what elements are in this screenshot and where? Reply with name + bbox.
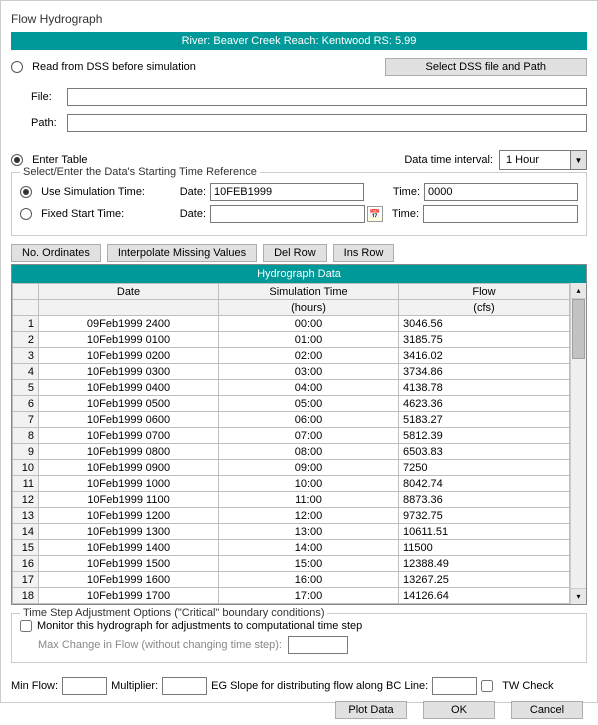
chevron-down-icon: ▼	[570, 151, 586, 169]
eg-slope-label: EG Slope for distributing flow along BC …	[211, 680, 428, 692]
del-row-button[interactable]: Del Row	[263, 244, 327, 262]
vertical-scrollbar[interactable]: ▴ ▾	[570, 283, 586, 604]
max-change-input	[288, 636, 348, 654]
table-row[interactable]: 10 10Feb1999 0900 09:00 7250	[13, 460, 570, 476]
eg-slope-input[interactable]	[432, 677, 477, 695]
table-row[interactable]: 17 10Feb1999 1600 16:00 13267.25	[13, 572, 570, 588]
table-row[interactable]: 1 09Feb1999 2400 00:00 3046.56	[13, 316, 570, 332]
radio-icon	[11, 61, 23, 73]
table-row[interactable]: 12 10Feb1999 1100 11:00 8873.36	[13, 492, 570, 508]
read-dss-radio[interactable]: Read from DSS before simulation	[11, 61, 196, 73]
table-row[interactable]: 6 10Feb1999 0500 05:00 4623.36	[13, 396, 570, 412]
ins-row-button[interactable]: Ins Row	[333, 244, 395, 262]
hydrograph-table[interactable]: Date Simulation Time Flow (hours) (cfs) …	[12, 283, 570, 604]
monitor-checkbox[interactable]: Monitor this hydrograph for adjustments …	[20, 620, 578, 632]
file-label: File:	[31, 91, 67, 103]
table-row[interactable]: 3 10Feb1999 0200 02:00 3416.02	[13, 348, 570, 364]
window-title: Flow Hydrograph	[1, 1, 597, 32]
fixed-start-time-radio[interactable]: Fixed Start Time:	[20, 208, 160, 220]
radio-icon	[20, 208, 32, 220]
location-banner: River: Beaver Creek Reach: Kentwood RS: …	[11, 32, 587, 50]
fixed-date-input[interactable]	[210, 205, 365, 223]
hydrograph-grid: Hydrograph Data Date Simulation Time Flo…	[11, 264, 587, 605]
fixed-time-input[interactable]	[423, 205, 578, 223]
select-dss-button[interactable]: Select DSS file and Path	[385, 58, 587, 76]
scroll-up-icon[interactable]: ▴	[571, 283, 586, 299]
table-row[interactable]: 2 10Feb1999 0100 01:00 3185.75	[13, 332, 570, 348]
scroll-down-icon[interactable]: ▾	[571, 588, 586, 604]
plot-data-button[interactable]: Plot Data	[335, 701, 407, 719]
table-row[interactable]: 18 10Feb1999 1700 17:00 14126.64	[13, 588, 570, 604]
radio-icon	[11, 154, 23, 166]
table-row[interactable]: 13 10Feb1999 1200 12:00 9732.75	[13, 508, 570, 524]
multiplier-label: Multiplier:	[111, 680, 158, 692]
table-row[interactable]: 16 10Feb1999 1500 15:00 12388.49	[13, 556, 570, 572]
min-flow-label: Min Flow:	[11, 680, 58, 692]
interpolate-button[interactable]: Interpolate Missing Values	[107, 244, 257, 262]
flow-hydrograph-dialog: Flow Hydrograph River: Beaver Creek Reac…	[0, 0, 598, 703]
time-step-adjustment-group: Time Step Adjustment Options ("Critical"…	[11, 613, 587, 663]
tw-check-label: TW Check	[502, 680, 553, 692]
use-simulation-time-radio[interactable]: Use Simulation Time:	[20, 186, 160, 198]
max-change-label: Max Change in Flow (without changing tim…	[38, 639, 282, 651]
path-label: Path:	[31, 117, 67, 129]
scroll-thumb[interactable]	[572, 299, 585, 359]
table-row[interactable]: 7 10Feb1999 0600 06:00 5183.27	[13, 412, 570, 428]
table-row[interactable]: 5 10Feb1999 0400 04:00 4138.78	[13, 380, 570, 396]
data-time-interval-label: Data time interval:	[404, 154, 493, 166]
calendar-icon[interactable]: 📅	[367, 206, 383, 222]
enter-table-radio[interactable]: Enter Table	[11, 154, 88, 166]
path-input[interactable]	[67, 114, 587, 132]
min-flow-input[interactable]	[62, 677, 107, 695]
table-row[interactable]: 9 10Feb1999 0800 08:00 6503.83	[13, 444, 570, 460]
table-row[interactable]: 4 10Feb1999 0300 03:00 3734.86	[13, 364, 570, 380]
starting-time-reference-group: Select/Enter the Data's Starting Time Re…	[11, 172, 587, 236]
tw-check-checkbox[interactable]	[481, 680, 493, 692]
file-input[interactable]	[67, 88, 587, 106]
no-ordinates-button[interactable]: No. Ordinates	[11, 244, 101, 262]
table-row[interactable]: 15 10Feb1999 1400 14:00 11500	[13, 540, 570, 556]
cancel-button[interactable]: Cancel	[511, 701, 583, 719]
sim-time-input[interactable]	[424, 183, 578, 201]
multiplier-input[interactable]	[162, 677, 207, 695]
ok-button[interactable]: OK	[423, 701, 495, 719]
table-row[interactable]: 14 10Feb1999 1300 13:00 10611.51	[13, 524, 570, 540]
radio-icon	[20, 186, 32, 198]
table-row[interactable]: 11 10Feb1999 1000 10:00 8042.74	[13, 476, 570, 492]
table-row[interactable]: 8 10Feb1999 0700 07:00 5812.39	[13, 428, 570, 444]
sim-date-input[interactable]	[210, 183, 364, 201]
data-time-interval-dropdown[interactable]: 1 Hour ▼	[499, 150, 587, 170]
